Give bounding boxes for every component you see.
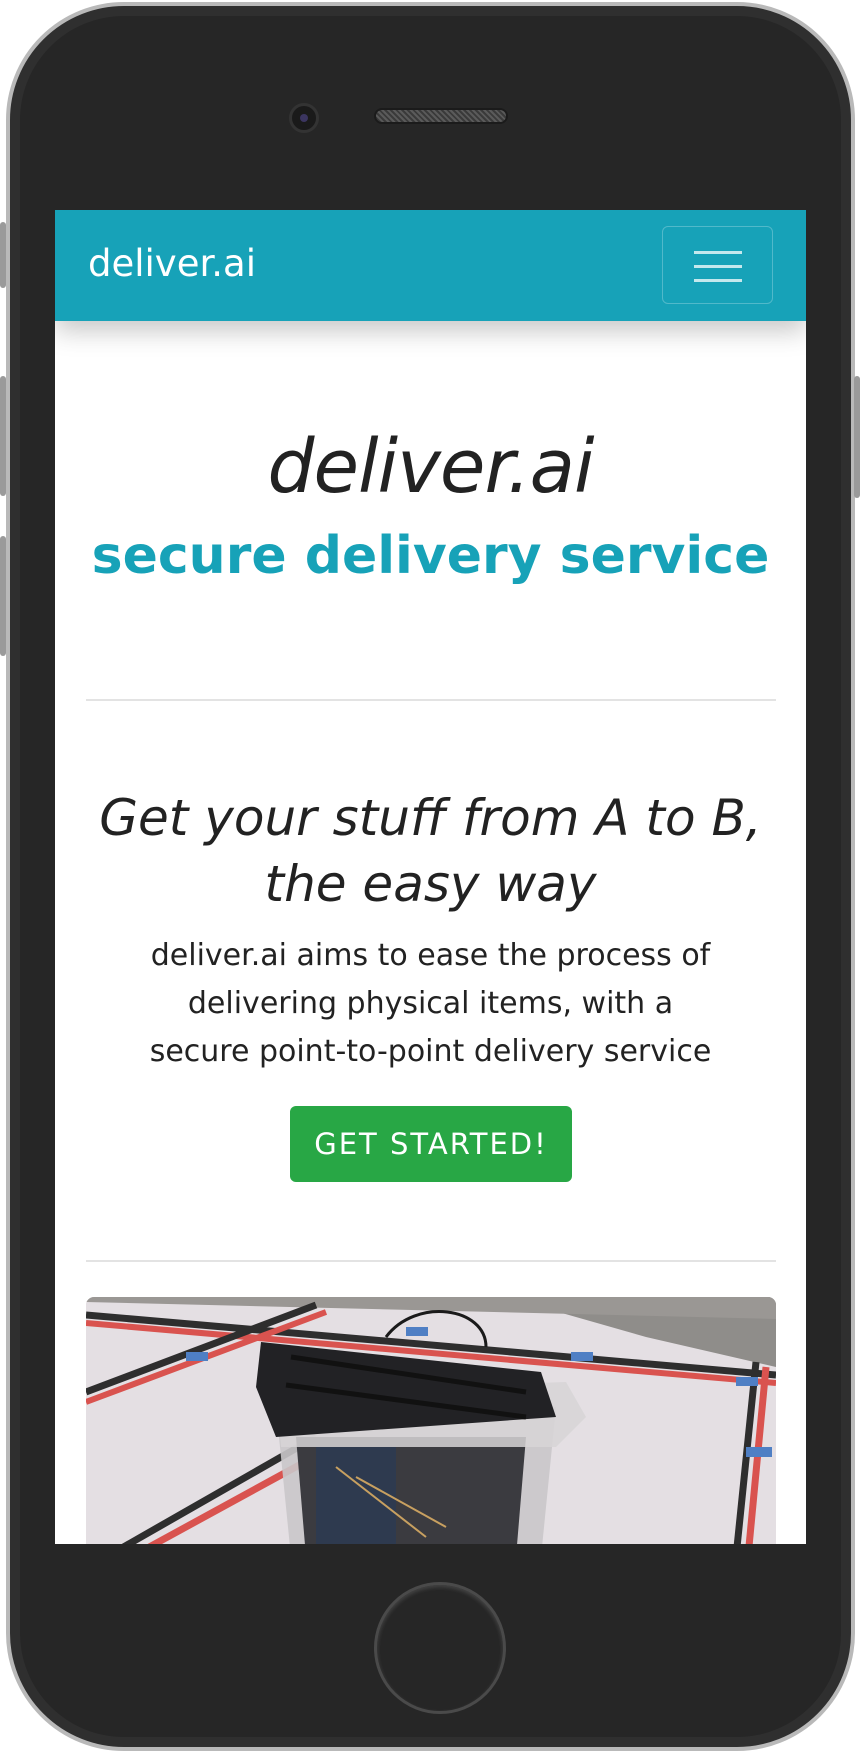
- tagline-line-1: Get your stuff from A to B,: [99, 789, 762, 847]
- top-navbar: deliver.ai: [55, 210, 806, 321]
- volume-up-button: [0, 376, 6, 496]
- hero-title: deliver.ai: [267, 424, 595, 510]
- phone-screen: deliver.ai deliver.ai secure delivery se…: [55, 210, 806, 1544]
- tagline-heading: Get your stuff from A to B, the easy way: [55, 785, 806, 917]
- mute-switch: [0, 222, 6, 288]
- intro-description: deliver.ai aims to ease the process of d…: [149, 938, 712, 1069]
- delivery-robot-image: [86, 1297, 776, 1544]
- tagline-line-2: the easy way: [264, 855, 597, 913]
- hero-subtitle: secure delivery service: [91, 526, 770, 586]
- earpiece-speaker: [374, 108, 508, 124]
- home-button[interactable]: [374, 1582, 506, 1714]
- get-started-button[interactable]: GET STARTED!: [290, 1106, 572, 1182]
- section-divider: [86, 699, 776, 701]
- navbar-toggler-button[interactable]: [662, 226, 773, 304]
- delivery-robot-photo: [86, 1297, 776, 1544]
- front-camera: [289, 103, 319, 133]
- power-button: [854, 376, 860, 498]
- section-divider: [86, 1260, 776, 1262]
- volume-down-button: [0, 536, 6, 656]
- navbar-brand[interactable]: deliver.ai: [88, 242, 256, 285]
